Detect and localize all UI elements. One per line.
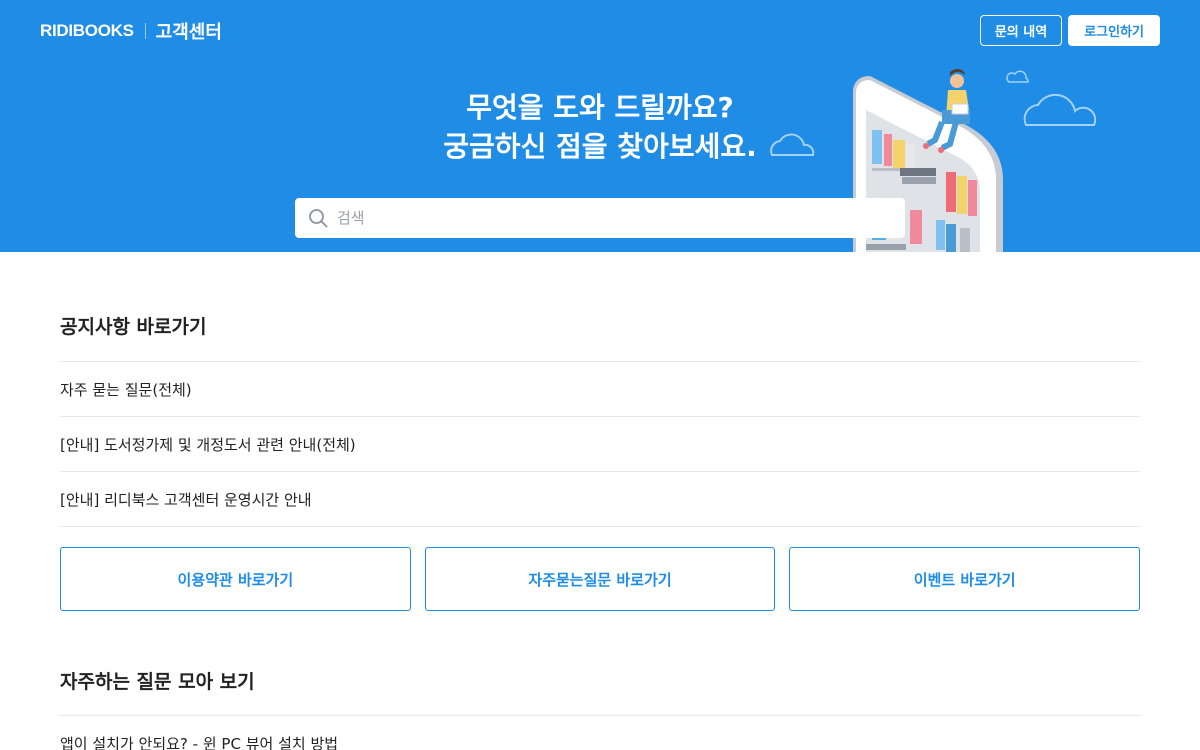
search-bar[interactable]: [295, 198, 905, 238]
cloud-left-icon: [770, 133, 815, 156]
faq-section-title: 자주하는 질문 모아 보기: [60, 611, 1140, 716]
my-inquiry-button[interactable]: 문의 내역: [979, 15, 1063, 46]
logo-divider: [144, 23, 146, 39]
notice-item[interactable]: 자주 묻는 질문(전체): [60, 362, 1140, 417]
notice-item[interactable]: [안내] 리디북스 고객센터 운영시간 안내: [60, 472, 1140, 527]
cloud-right-icon: [1023, 93, 1097, 126]
cloud-small-icon: [1006, 70, 1029, 83]
faq-shortcut-button[interactable]: 자주묻는질문 바로가기: [424, 547, 776, 611]
hero-banner: RIDIBOOKS 고객센터 문의 내역 로그인하기 무엇을 도와 드릴까요? …: [0, 0, 1200, 252]
search-icon[interactable]: [307, 207, 329, 229]
header-actions: 문의 내역 로그인하기: [979, 15, 1160, 46]
search-input[interactable]: [337, 198, 905, 238]
main-content: 공지사항 바로가기 자주 묻는 질문(전체) [안내] 도서정가제 및 개정도서…: [60, 252, 1141, 750]
help-center-label[interactable]: 고객센터: [156, 18, 222, 44]
faq-item[interactable]: 앱이 설치가 안되요? - 윈 PC 뷰어 설치 방법: [60, 716, 1140, 750]
logo-group[interactable]: RIDIBOOKS 고객센터: [40, 18, 222, 44]
notice-item[interactable]: [안내] 도서정가제 및 개정도서 관련 안내(전체): [60, 417, 1140, 472]
event-shortcut-button[interactable]: 이벤트 바로가기: [789, 547, 1141, 611]
login-button[interactable]: 로그인하기: [1068, 15, 1160, 46]
ridibooks-logo[interactable]: RIDIBOOKS: [40, 21, 134, 41]
notice-section-title: 공지사항 바로가기: [60, 252, 1140, 362]
shortcut-cards: 이용약관 바로가기 자주묻는질문 바로가기 이벤트 바로가기: [60, 547, 1141, 611]
terms-shortcut-button[interactable]: 이용약관 바로가기: [60, 547, 411, 611]
